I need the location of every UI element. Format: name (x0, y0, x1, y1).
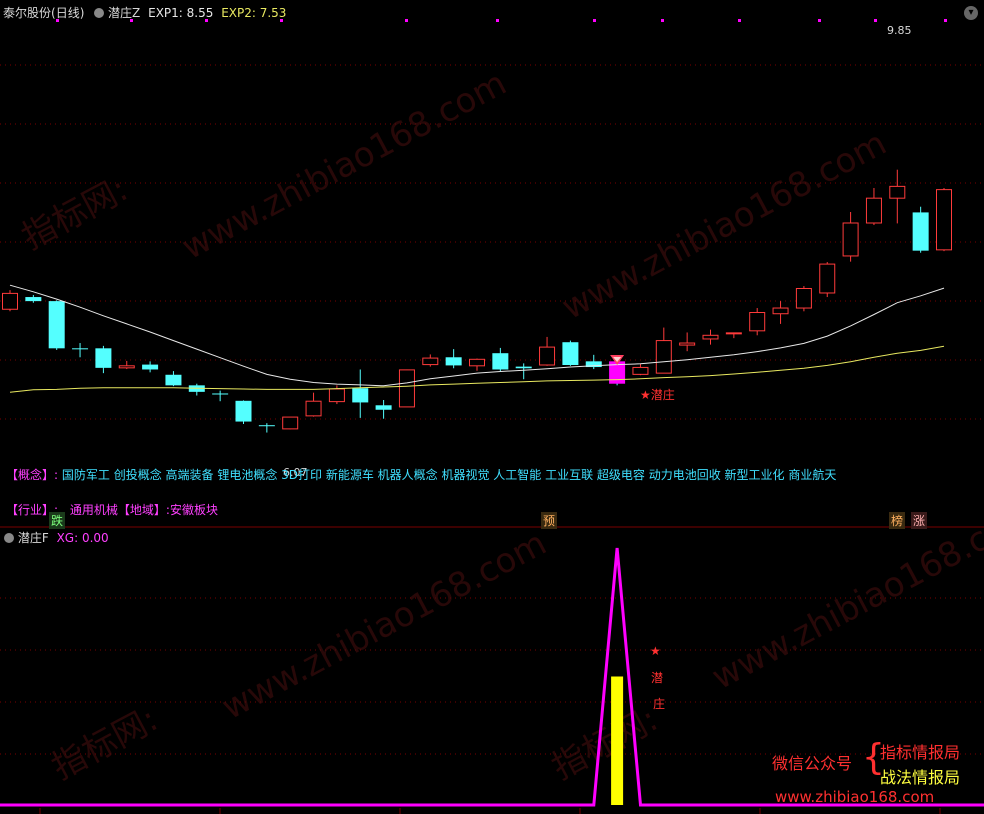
marker-dot (818, 19, 821, 22)
watermark-layer: www.zhibiao168.com www.zhibiao168.comwww.… (15, 63, 984, 788)
account-1: 指标情报局 (880, 743, 961, 762)
candle-down (165, 374, 182, 386)
candle-up (2, 292, 18, 310)
marker-dot (405, 19, 408, 22)
period-label[interactable]: (日线) (51, 6, 84, 20)
candle-down (912, 212, 929, 251)
candle-up (679, 342, 696, 346)
candle-down (235, 400, 252, 422)
candle-down (48, 301, 65, 349)
candle-up (422, 357, 439, 366)
candle-down (258, 425, 275, 427)
candle-up (655, 340, 672, 374)
watermark-text: www.zhibiao168.com (175, 63, 512, 268)
candle-up (702, 334, 719, 340)
marker-dot (944, 19, 947, 22)
marker-dot (593, 19, 596, 22)
marker-dot (661, 19, 664, 22)
indicator-menu-icon[interactable] (94, 8, 105, 18)
candle-up (632, 366, 649, 375)
top-panel-header: 泰尔股份(日线) 潜庄Z EXP1: 8.55 EXP2: 7.53 (3, 4, 286, 21)
candle-up (749, 312, 766, 332)
candle-up (865, 197, 882, 224)
website-label: www.zhibiao168.com (775, 788, 935, 806)
wechat-label: 微信公众号 (772, 754, 853, 773)
candle-down (95, 348, 112, 368)
indicator-name[interactable]: 潜庄Z (108, 6, 140, 20)
indicator-menu-icon[interactable] (4, 533, 14, 543)
watermark-text: 指标网: (15, 169, 134, 258)
candle-up (795, 288, 812, 309)
candle-up (305, 400, 322, 417)
bottom-panel-header: 潜庄F XG: 0.00 (4, 529, 109, 546)
candle-down (515, 366, 532, 369)
industry-value: 通用机械 (69, 503, 118, 517)
region-value: 安徽板块 (169, 503, 218, 517)
candle-up (842, 222, 859, 257)
candle-down (445, 357, 462, 366)
candle-up (282, 416, 299, 430)
chevron-down-icon: ▾ (968, 7, 974, 18)
candle-down (562, 342, 579, 365)
watermark-text: www.zhibiao168.com (705, 493, 984, 698)
industry-line: 【行业】: 通用机械【地域】:安徽板块 (6, 501, 218, 518)
concept-line: 【概念】: 国防军工 创投概念 高端装备 锂电池概念 3D打印 新能源车 机器人… (6, 466, 836, 483)
bottom-signal-char2: 庄 (653, 697, 666, 711)
candle-up (539, 346, 556, 366)
candle-up (398, 369, 415, 408)
stock-name[interactable]: 泰尔股份 (3, 6, 51, 20)
xg-label: XG: 0.00 (56, 531, 109, 545)
indicator-bar (611, 676, 624, 805)
watermark-text: 指标网: (45, 699, 164, 788)
candle-up (118, 365, 135, 369)
watermark-text: www.zhibiao168.com (555, 123, 892, 328)
candle-up (725, 332, 742, 335)
bottom-signal-char1: 潜 (651, 671, 664, 685)
panel-menu-button[interactable]: ▾ (964, 6, 978, 20)
concept-value: 国防军工 创投概念 高端装备 锂电池概念 3D打印 新能源车 机器人概念 机器视… (61, 468, 837, 482)
candlestick-series (2, 169, 952, 433)
candle-up (328, 388, 345, 403)
marker-dot (496, 19, 499, 22)
high-price-label: 9.85 (887, 24, 912, 37)
bottom-signal-star: ★ (650, 644, 661, 658)
signal-label: ★潜庄 (640, 388, 675, 402)
badge-die[interactable]: 跌 (49, 512, 66, 529)
candle-down (25, 297, 42, 302)
candle-down (212, 393, 229, 395)
candle-up (889, 185, 906, 199)
candle-up (819, 263, 836, 294)
chart-canvas: www.zhibiao168.com www.zhibiao168.comwww.… (0, 19, 984, 814)
candle-up (772, 307, 789, 315)
candle-down (492, 353, 509, 370)
watermark-text: www.zhibiao168.com (215, 523, 552, 728)
exp1-label: EXP1: 8.55 (148, 6, 214, 20)
exp2-label: EXP2: 7.53 (221, 6, 287, 20)
badge-bang[interactable]: 榜 (889, 512, 906, 529)
candle-up (936, 189, 952, 251)
marker-dot (874, 19, 877, 22)
region-key: 【地域】: (117, 503, 170, 517)
concept-key: 【概念】: (6, 468, 59, 482)
candle-down (72, 348, 89, 350)
badge-zhang[interactable]: 涨 (911, 512, 928, 529)
bottom-indicator-name[interactable]: 潜庄F (18, 531, 49, 545)
watermark-text: 指标网: (545, 699, 664, 788)
candle-down (142, 364, 159, 370)
badge-yu[interactable]: 预 (541, 512, 558, 529)
marker-dot (738, 19, 741, 22)
account-2: 战法情报局 (880, 768, 961, 787)
candle-down (375, 405, 392, 410)
candle-up (469, 358, 485, 367)
candle-down (352, 388, 369, 403)
